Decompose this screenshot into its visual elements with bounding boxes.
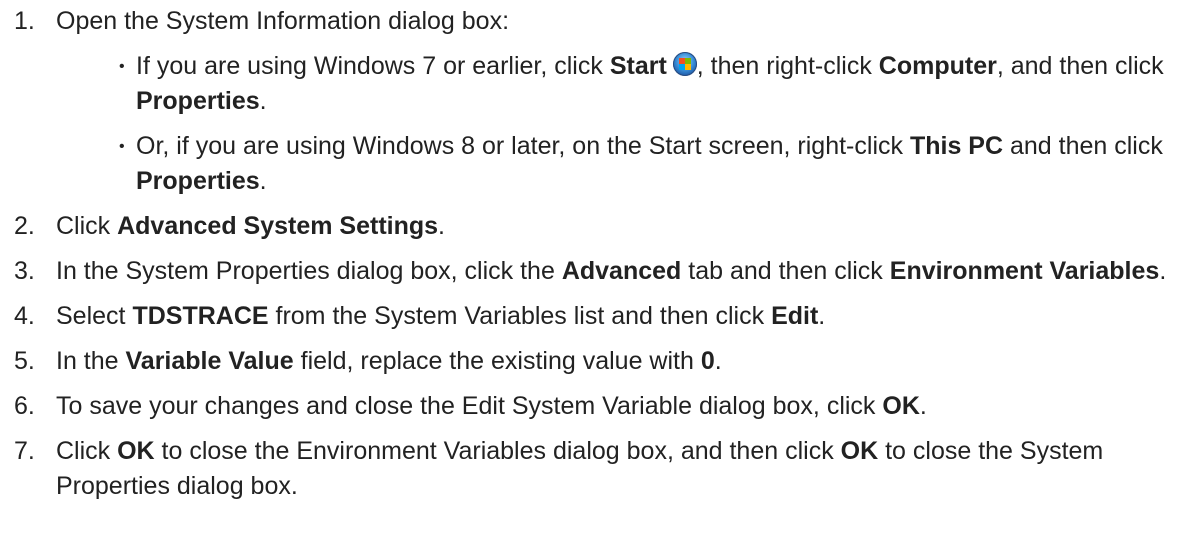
sub-item-windows-8: • Or, if you are using Windows 8 or late… [56, 129, 1176, 199]
text-run: . [259, 87, 267, 115]
step-number: 2. [14, 212, 35, 240]
step-6: 6. To save your changes and close the Ed… [0, 389, 1186, 424]
ok-label: OK [117, 437, 155, 465]
text-run: If you are using Windows 7 or earlier, c… [136, 52, 610, 80]
step-number: 7. [14, 437, 35, 465]
computer-label: Computer [878, 52, 997, 80]
text-run: tab and then click [681, 257, 890, 285]
text-run: . [259, 167, 267, 195]
edit-label: Edit [771, 302, 819, 330]
windows-start-orb-icon [672, 52, 697, 76]
properties-label: Properties [136, 167, 260, 195]
step-2: 2. Click Advanced System Settings. [0, 209, 1186, 244]
text-run: Or, if you are using Windows 8 or later,… [136, 132, 910, 160]
step-text: Open the System Information dialog box: [56, 7, 510, 35]
step-number: 1. [14, 7, 35, 35]
tdstrace-label: TDSTRACE [132, 302, 269, 330]
environment-variables-label: Environment Variables [889, 257, 1160, 285]
step-5: 5. In the Variable Value field, replace … [0, 344, 1186, 379]
step-1-sublist: • If you are using Windows 7 or earlier,… [56, 49, 1176, 199]
step-4: 4. Select TDSTRACE from the System Varia… [0, 299, 1186, 334]
text-run: . [438, 212, 445, 240]
text-run: In the [56, 347, 126, 375]
text-run: , and then click [996, 52, 1164, 80]
text-run: In the System Properties dialog box, cli… [56, 257, 562, 285]
bullet: • [119, 138, 125, 155]
text-run: to close the Environment Variables dialo… [154, 437, 841, 465]
text-run: Select [56, 302, 133, 330]
start-label: Start [609, 52, 667, 80]
step-7: 7. Click OK to close the Environment Var… [0, 434, 1186, 504]
text-run: . [1159, 257, 1167, 285]
text-run: from the System Variables list and then … [268, 302, 772, 330]
text-run: Click [56, 437, 118, 465]
ok-label: OK [840, 437, 879, 465]
advanced-system-settings-label: Advanced System Settings [117, 212, 439, 240]
bullet: • [119, 58, 125, 75]
ok-label: OK [882, 392, 920, 420]
text-run: Click [56, 212, 118, 240]
sub-item-windows-7: • If you are using Windows 7 or earlier,… [56, 49, 1176, 119]
zero-value-label: 0 [700, 347, 715, 375]
text-run: and then click [1003, 132, 1163, 160]
text-run: . [919, 392, 927, 420]
text-run: field, replace the existing value with [293, 347, 701, 375]
step-1: 1. Open the System Information dialog bo… [0, 4, 1186, 199]
step-3: 3. In the System Properties dialog box, … [0, 254, 1186, 289]
text-run: . [818, 302, 826, 330]
instruction-steps-list: 1. Open the System Information dialog bo… [0, 4, 1186, 514]
step-number: 4. [14, 302, 35, 330]
step-number: 3. [14, 257, 35, 285]
variable-value-label: Variable Value [125, 347, 294, 375]
step-number: 5. [14, 347, 35, 375]
this-pc-label: This PC [909, 132, 1004, 160]
text-run: . [714, 347, 722, 375]
properties-label: Properties [136, 87, 260, 115]
text-run: To save your changes and close the Edit … [56, 392, 883, 420]
step-number: 6. [14, 392, 35, 420]
text-run: , then right-click [696, 52, 879, 80]
advanced-tab-label: Advanced [561, 257, 682, 285]
